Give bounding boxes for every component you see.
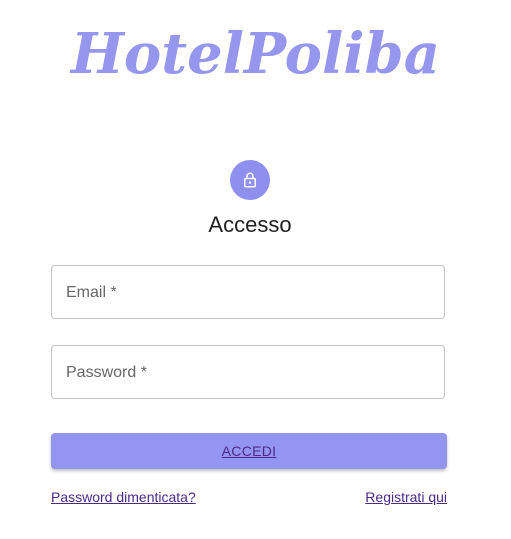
- email-input[interactable]: [52, 266, 444, 318]
- lock-icon: [244, 172, 256, 188]
- app-logo: HotelPoliba: [71, 21, 440, 87]
- password-field[interactable]: Password *: [51, 345, 445, 399]
- page-title: Accesso: [208, 212, 292, 237]
- login-button[interactable]: ACCEDI: [51, 433, 447, 469]
- forgot-password-link[interactable]: Password dimenticata?: [51, 487, 196, 507]
- password-input[interactable]: [52, 346, 444, 398]
- email-field[interactable]: Email *: [51, 265, 445, 319]
- lock-avatar: [230, 160, 270, 200]
- login-page: HotelPoliba Accesso Email * Password * A…: [0, 0, 511, 539]
- register-link[interactable]: Registrati qui: [365, 487, 447, 507]
